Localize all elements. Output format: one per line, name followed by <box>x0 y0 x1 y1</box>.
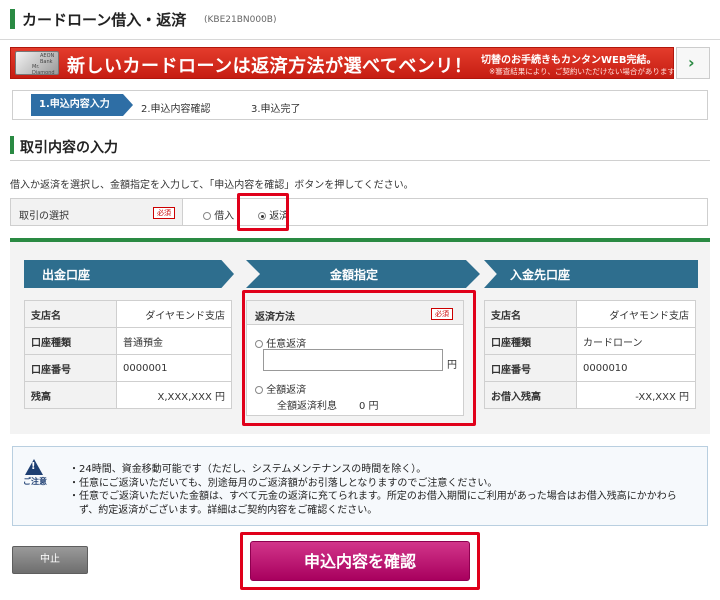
amount-title: 金額指定 <box>330 268 379 282</box>
notice-line: ・24時間、資金移動可能です（ただし、システムメンテナンスの時間を除く）。 <box>69 464 427 475</box>
source-branch-value: ダイヤモンド支店 <box>116 300 232 328</box>
notice-line: ず、約定返済がございます。詳細はご契約内容をご確認ください。 <box>69 504 378 516</box>
source-account-header: 出金口座 <box>24 260 234 288</box>
dest-branch-key: 支店名 <box>484 300 577 328</box>
highlight-amount-box <box>242 290 476 426</box>
chevron-right-icon: › <box>688 53 695 72</box>
table-row: 支店名 ダイヤモンド支店 <box>24 300 232 328</box>
dest-branch-value: ダイヤモンド支店 <box>576 300 696 328</box>
step-1-current: 1.申込内容入力 <box>31 94 133 116</box>
table-row: 残高 X,XXX,XXX 円 <box>24 381 232 409</box>
promo-banner[interactable]: AEON Bank Mr. Diamond 新しいカードローンは返済方法が選べて… <box>10 47 675 79</box>
banner-note: ※審査結果により、ご契約いただけない場合があります <box>489 67 675 76</box>
dest-type-value: カードローン <box>576 327 696 355</box>
table-row: 口座番号 0000010 <box>484 354 696 382</box>
table-row: 口座種類 普通預金 <box>24 327 232 355</box>
table-row: 口座番号 0000001 <box>24 354 232 382</box>
dest-number-value: 0000010 <box>576 354 696 382</box>
source-type-key: 口座種類 <box>24 327 117 355</box>
banner-headline: 新しいカードローンは返済方法が選べてベンリ！ <box>67 56 473 77</box>
warning-mark: ! <box>31 461 36 472</box>
table-row: お借入残高 -XX,XXX 円 <box>484 381 696 409</box>
highlight-confirm-button <box>240 532 480 590</box>
dest-balance-value: -XX,XXX 円 <box>576 381 696 409</box>
source-balance-key: 残高 <box>24 381 117 409</box>
source-type-value: 普通預金 <box>116 327 232 355</box>
banner-next-button[interactable]: › <box>676 47 710 79</box>
destination-account-header: 入金先口座 <box>484 260 698 288</box>
banner-sub: 切替のお手続きもカンタンWEB完結。 <box>481 55 657 66</box>
amount-header: 金額指定 <box>246 260 480 288</box>
section-divider <box>10 160 710 161</box>
notice-label: ご注意 <box>23 477 47 486</box>
notice-line: ・任意でご返済いただいた金額は、すべて元金の返済に充てられます。所定のお借入期間… <box>69 491 677 502</box>
table-row: 口座種類 カードローン <box>484 327 696 355</box>
source-account-table: 支店名 ダイヤモンド支店 口座種類 普通預金 口座番号 0000001 残高 X… <box>24 300 232 409</box>
transaction-select-row: 取引の選択 必須 借入 返済 <box>10 198 708 226</box>
progress-steps: 1.申込内容入力 2.申込内容確認 3.申込完了 <box>12 90 708 120</box>
destination-account-table: 支店名 ダイヤモンド支店 口座種類 カードローン 口座番号 0000010 お借… <box>484 300 696 409</box>
required-badge: 必須 <box>153 207 175 219</box>
notice-lines: ・24時間、資金移動可能です（ただし、システムメンテナンスの時間を除く）。 ・任… <box>69 463 677 517</box>
dest-balance-key: お借入残高 <box>484 381 577 409</box>
title-accent-bar <box>10 9 15 29</box>
destination-account-title: 入金先口座 <box>510 268 571 282</box>
dest-type-key: 口座種類 <box>484 327 577 355</box>
source-number-value: 0000001 <box>116 354 232 382</box>
transaction-label-cell: 取引の選択 必須 <box>11 199 183 225</box>
highlight-repay-option <box>237 193 289 231</box>
notice-box: ! ご注意 ・24時間、資金移動可能です（ただし、システムメンテナンスの時間を除… <box>12 446 708 526</box>
notice-line: ・任意にご返済いただいても、別途毎月のご返済額がお引落しとなりますのでご注意くだ… <box>69 477 498 489</box>
source-account-title: 出金口座 <box>42 268 91 282</box>
step-3: 3.申込完了 <box>251 104 301 115</box>
instruction-text: 借入か返済を選択し、金額指定を入力して、「申込内容を確認」ボタンを押してください… <box>10 180 414 191</box>
cancel-button[interactable]: 中止 <box>12 546 88 574</box>
transaction-label: 取引の選択 <box>19 211 69 222</box>
table-row: 支店名 ダイヤモンド支店 <box>484 300 696 328</box>
card-name: Mr. Diamond <box>32 64 55 76</box>
page-header: カードローン借入・返済 (KBE21BN000B) <box>0 0 720 40</box>
radio-borrow[interactable]: 借入 <box>203 207 234 222</box>
screen-code: (KBE21BN000B) <box>204 15 277 25</box>
radio-borrow-label: 借入 <box>214 211 235 222</box>
radio-borrow-circle[interactable] <box>203 212 211 220</box>
section-title: 取引内容の入力 <box>20 140 118 156</box>
source-branch-key: 支店名 <box>24 300 117 328</box>
step-2: 2.申込内容確認 <box>141 104 211 115</box>
page-title: カードローン借入・返済 <box>22 11 187 29</box>
card-image: AEON Bank Mr. Diamond <box>15 51 59 76</box>
dest-number-key: 口座番号 <box>484 354 577 382</box>
source-balance-value: X,XXX,XXX 円 <box>116 381 232 409</box>
section-accent-bar <box>10 136 14 154</box>
source-number-key: 口座番号 <box>24 354 117 382</box>
